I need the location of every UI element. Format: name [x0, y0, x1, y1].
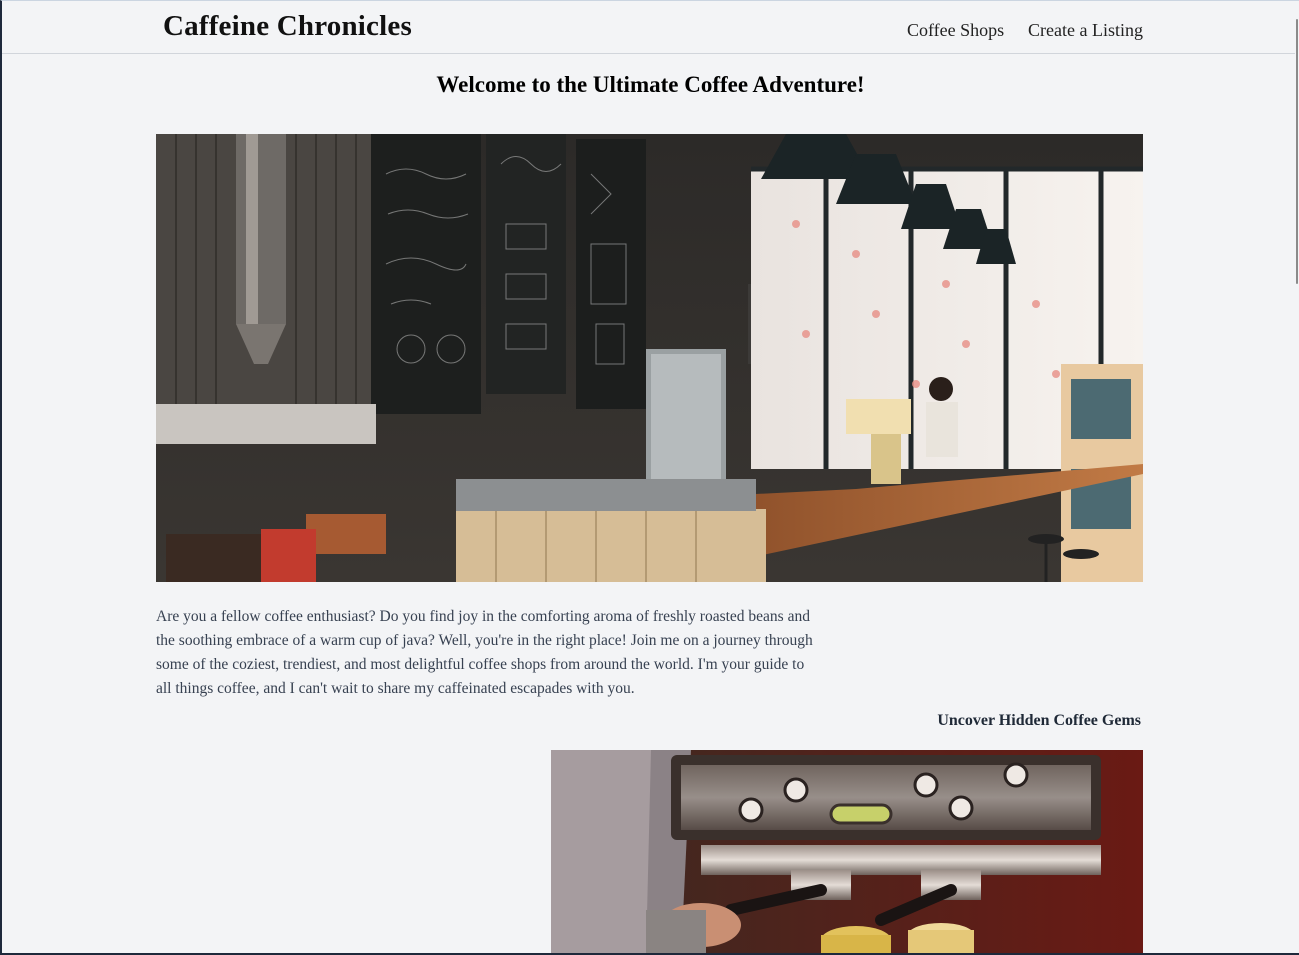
site-brand[interactable]: Caffeine Chronicles: [163, 10, 412, 43]
espresso-machine-image: [551, 750, 1143, 953]
nav-link-create-listing[interactable]: Create a Listing: [1028, 20, 1143, 41]
section-heading: Uncover Hidden Coffee Gems: [937, 712, 1141, 729]
scrollbar[interactable]: [1295, 1, 1299, 953]
nav-link-coffee-shops[interactable]: Coffee Shops: [907, 20, 1004, 41]
browser-viewport: Caffeine Chronicles Coffee Shops Create …: [0, 0, 1299, 955]
scrollbar-thumb[interactable]: [1296, 19, 1298, 284]
coffee-shop-interior-illustration: [156, 134, 1143, 582]
navbar: Caffeine Chronicles Coffee Shops Create …: [2, 1, 1299, 54]
espresso-machine-illustration: [551, 750, 1143, 953]
coffee-shop-hero-image: [156, 134, 1143, 582]
page-title: Welcome to the Ultimate Coffee Adventure…: [436, 72, 865, 97]
intro-paragraph: Are you a fellow coffee enthusiast? Do y…: [156, 608, 813, 697]
